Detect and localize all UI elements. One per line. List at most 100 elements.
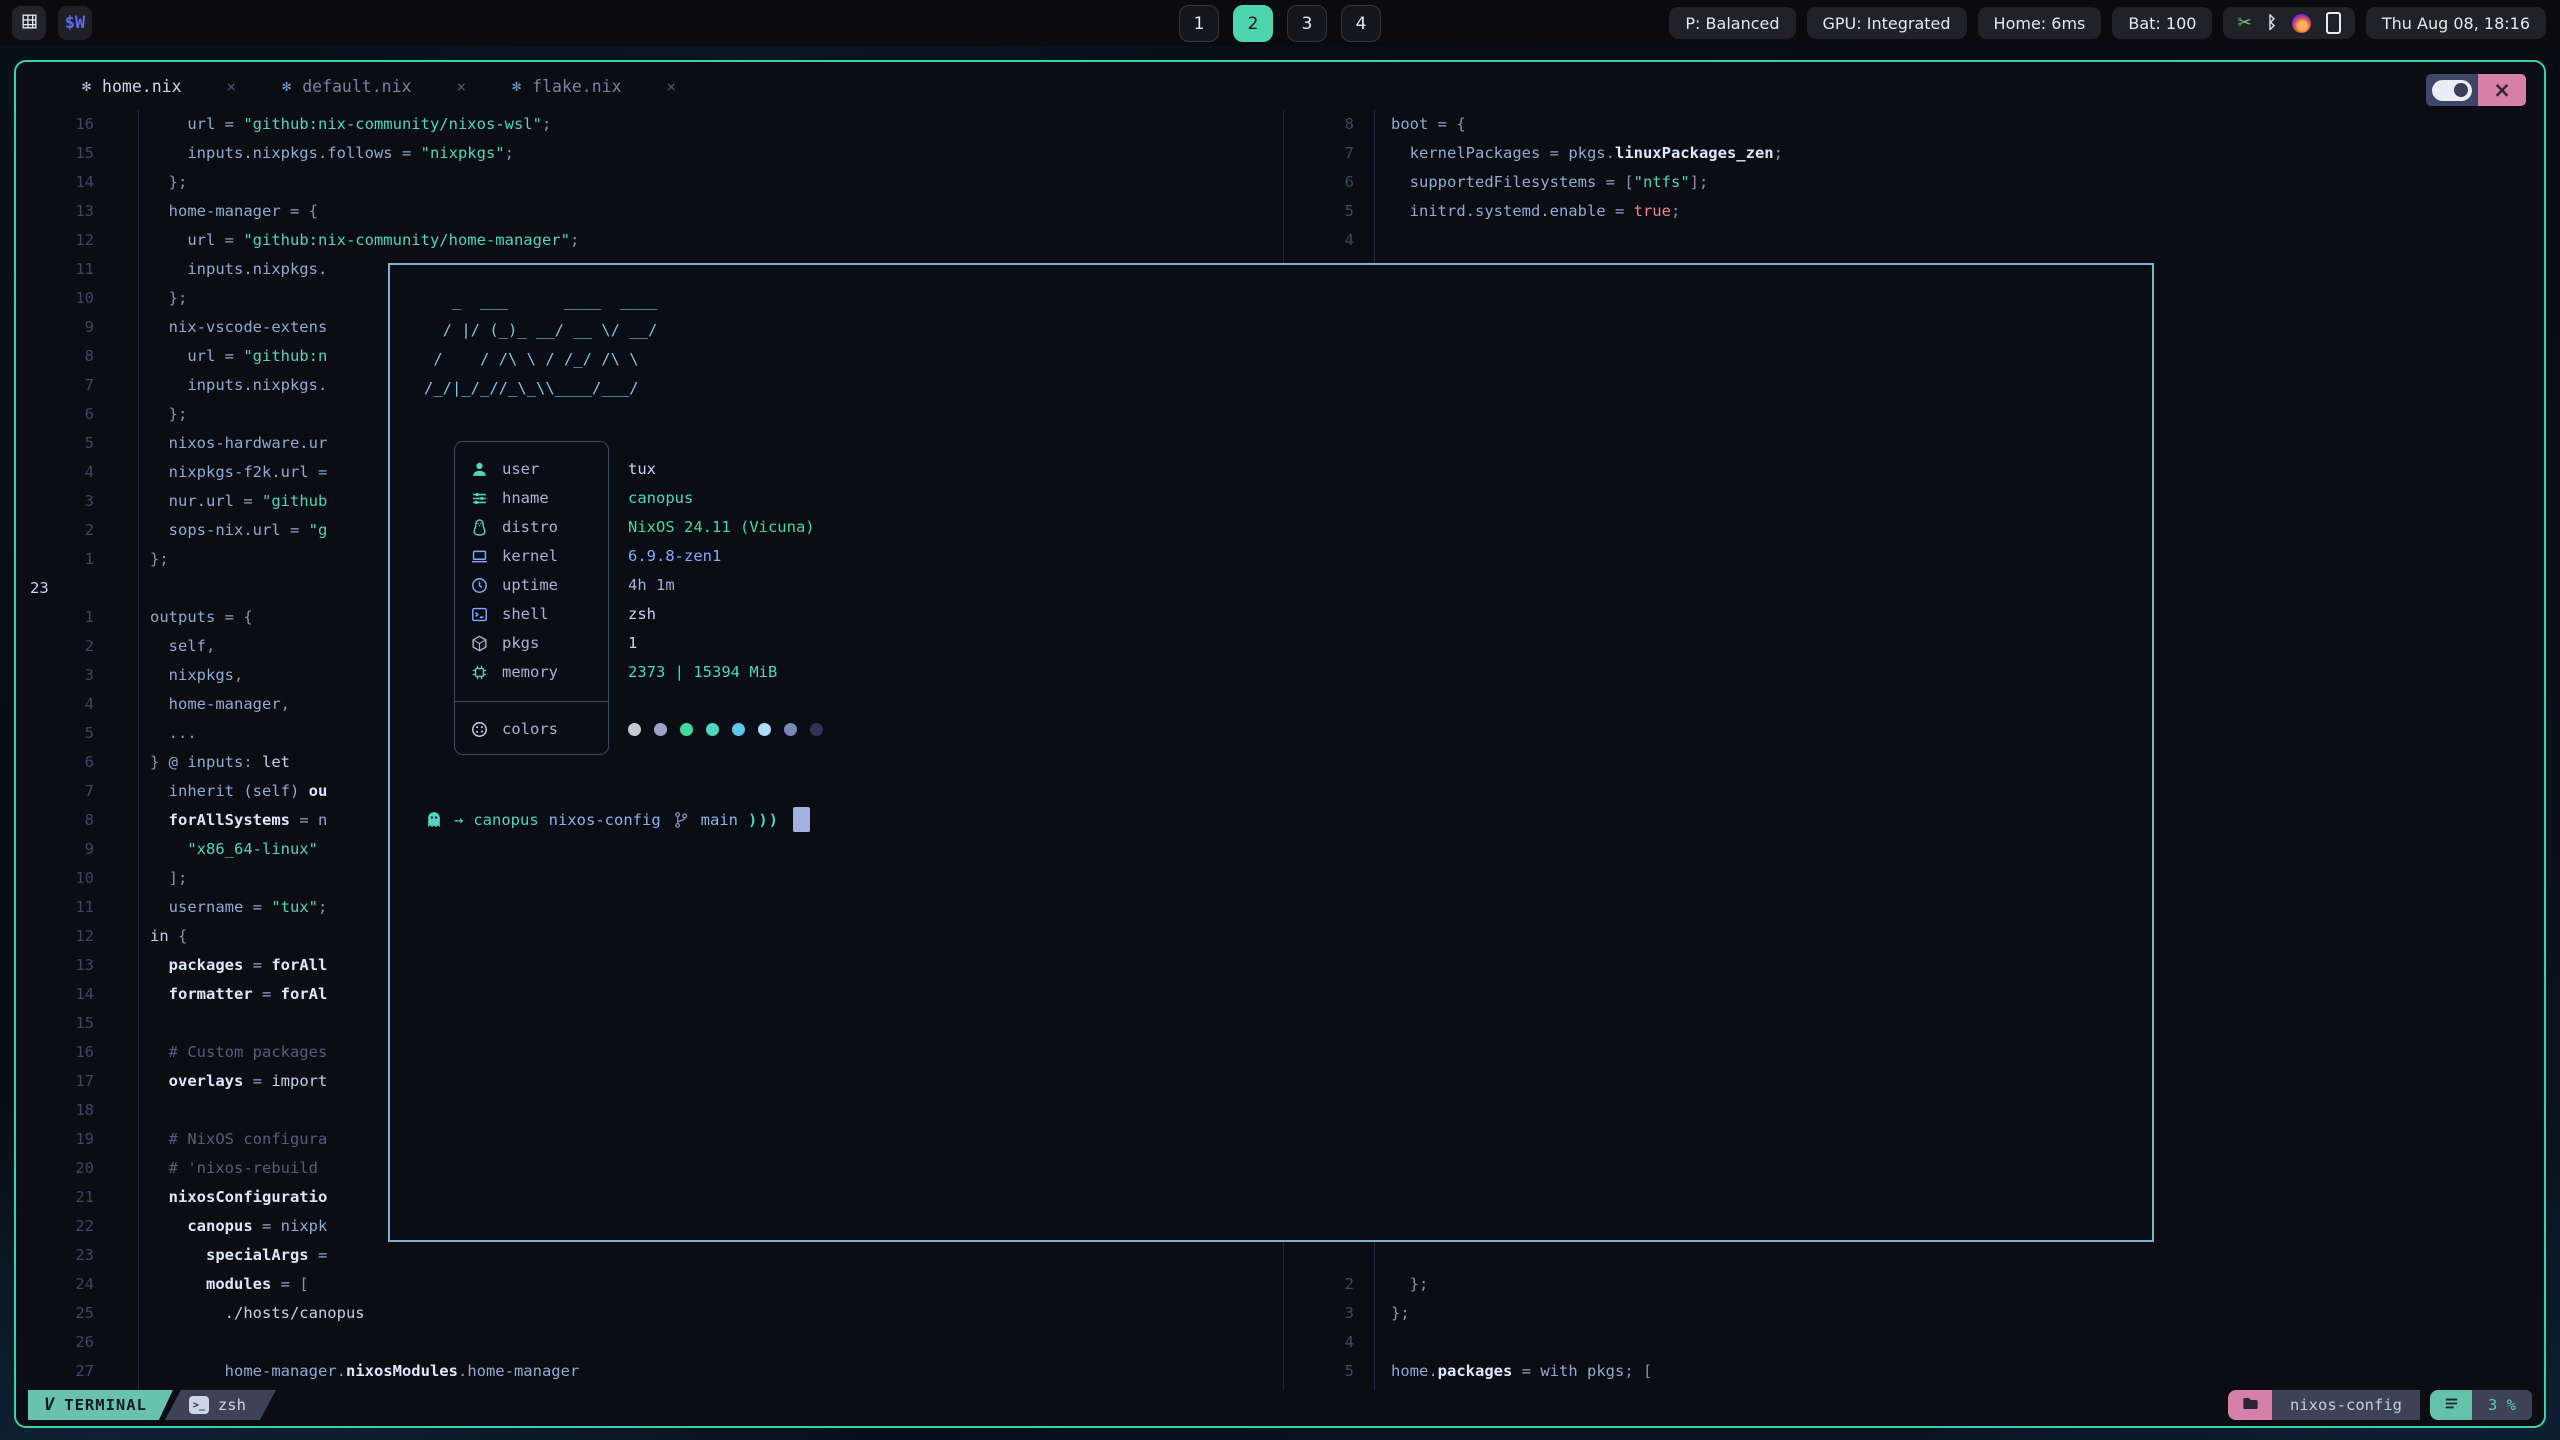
code-line: 3}; xyxy=(1284,1299,2544,1328)
close-window-button[interactable]: × xyxy=(2478,74,2526,106)
code-line: 25 ./hosts/canopus xyxy=(16,1299,1283,1328)
code-line: 4 xyxy=(1284,226,2544,255)
shell-prompt[interactable]: → canopus nixos-config main ))) xyxy=(424,805,810,834)
line-number: 22 xyxy=(16,1212,124,1241)
status-module: P: Balanced xyxy=(1669,7,1795,39)
line-number: 7 xyxy=(16,777,124,806)
line-number: 8 xyxy=(16,806,124,835)
fetch-label: kernel xyxy=(502,542,558,571)
code-line: 2 }; xyxy=(1284,1270,2544,1299)
tab-home.nix[interactable]: ✻home.nix× xyxy=(82,77,236,96)
code-line: 8boot = { xyxy=(1284,110,2544,139)
workspace-4[interactable]: 4 xyxy=(1341,5,1381,42)
ascii-art-nixos: _ ___ ____ ____ / |/ (_)_ __/ __ \/ __/ … xyxy=(424,287,657,403)
close-tab-icon[interactable]: × xyxy=(456,77,466,96)
color-dot xyxy=(628,723,641,736)
color-dot xyxy=(654,723,667,736)
line-number: 13 xyxy=(16,197,124,226)
git-branch-icon xyxy=(671,810,691,830)
penguin-icon xyxy=(470,518,490,538)
status-module: Home: 6ms xyxy=(1978,7,2102,39)
fetch-label: distro xyxy=(502,513,558,542)
project-label: nixos-config xyxy=(2290,1396,2402,1414)
line-number: 8 xyxy=(16,342,124,371)
code-line: 26 xyxy=(16,1328,1283,1357)
code-line: 24 modules = [ xyxy=(16,1270,1283,1299)
line-number: 4 xyxy=(1284,226,1370,255)
fetch-value-shell: zsh xyxy=(628,600,656,629)
window-manager-logo[interactable]: $W xyxy=(58,6,92,40)
prompt-arrow: → xyxy=(454,811,463,829)
prompt-host: canopus xyxy=(473,811,538,829)
line-number: 12 xyxy=(16,226,124,255)
prompt-chevrons: ))) xyxy=(748,811,779,829)
toggle-button[interactable] xyxy=(2426,74,2478,106)
fetch-value-uptime: 4h 1m xyxy=(628,571,675,600)
fetch-label: user xyxy=(502,455,539,484)
code-line: 4 xyxy=(1284,1328,2544,1357)
editor-window: ✻home.nix×✻default.nix×✻flake.nix× × 16 … xyxy=(14,60,2546,1428)
shell-segment: >_ zsh xyxy=(165,1390,276,1420)
floating-terminal[interactable]: _ ___ ____ ____ / |/ (_)_ __/ __ \/ __/ … xyxy=(388,263,2154,1242)
line-number: 8 xyxy=(1284,110,1370,139)
tab-flake.nix[interactable]: ✻flake.nix× xyxy=(512,77,676,96)
line-number: 5 xyxy=(16,719,124,748)
palette-icon xyxy=(470,720,490,740)
fetch-value-pkgs: 1 xyxy=(628,629,637,658)
fetch-label: colors xyxy=(502,715,558,744)
fetch-label: hname xyxy=(502,484,549,513)
line-number: 16 xyxy=(16,1038,124,1067)
line-number: 18 xyxy=(16,1096,124,1125)
line-number: 20 xyxy=(16,1154,124,1183)
tab-default.nix[interactable]: ✻default.nix× xyxy=(282,77,466,96)
close-tab-icon[interactable]: × xyxy=(667,77,677,96)
fetch-label: shell xyxy=(502,600,549,629)
folder-icon xyxy=(2241,1394,2260,1417)
line-number: 14 xyxy=(16,168,124,197)
vim-icon: V xyxy=(44,1395,55,1415)
terminal-icon xyxy=(470,605,490,625)
scissors-icon[interactable]: ✂ xyxy=(2237,13,2251,33)
fetch-row-memory: memory xyxy=(470,658,558,687)
code-line: 13 home-manager = { xyxy=(16,197,1283,226)
fetch-row-kernel: kernel xyxy=(470,542,558,571)
top-bar: $W 1234 P: Balanced GPU: Integrated Home: … xyxy=(0,0,2560,46)
line-number: 5 xyxy=(16,429,124,458)
color-dot xyxy=(706,723,719,736)
close-tab-icon[interactable]: × xyxy=(227,77,237,96)
workspace-1[interactable]: 1 xyxy=(1179,5,1219,42)
line-number: 11 xyxy=(16,255,124,284)
fetch-row-shell: shell xyxy=(470,600,549,629)
status-module: GPU: Integrated xyxy=(1807,7,1967,39)
workspace-2[interactable]: 2 xyxy=(1233,5,1273,42)
line-number: 12 xyxy=(16,922,124,951)
line-number: 14 xyxy=(16,980,124,1009)
system-tray[interactable]: ✂ ᛒ xyxy=(2223,7,2354,39)
terminal-icon: >_ xyxy=(189,1396,209,1414)
workspace-3[interactable]: 3 xyxy=(1287,5,1327,42)
flame-orb-icon[interactable] xyxy=(2292,14,2311,33)
fetch-value-hname: canopus xyxy=(628,484,693,513)
fetch-label: uptime xyxy=(502,571,558,600)
clock: Thu Aug 08, 18:16 xyxy=(2366,7,2546,39)
lines-icon xyxy=(2443,1395,2460,1416)
project-segment: nixos-config xyxy=(2272,1390,2420,1420)
lines-segment xyxy=(2430,1390,2472,1420)
mode-segment: V TERMINAL xyxy=(28,1390,173,1420)
app-launcher-button[interactable] xyxy=(12,6,46,40)
line-number: 4 xyxy=(16,690,124,719)
terminal-cursor xyxy=(793,807,810,832)
line-number: 23 xyxy=(16,1241,124,1270)
phone-icon[interactable] xyxy=(2326,12,2341,34)
package-icon xyxy=(470,634,490,654)
fetch-row-pkgs: pkgs xyxy=(470,629,539,658)
laptop-icon xyxy=(470,547,490,567)
line-number: 6 xyxy=(16,400,124,429)
fetch-label: memory xyxy=(502,658,558,687)
scroll-percent-segment: 3 % xyxy=(2472,1390,2532,1420)
line-number: 2 xyxy=(1284,1270,1370,1299)
line-number: 10 xyxy=(16,864,124,893)
terminal-color-dots xyxy=(628,715,823,744)
shell-label: zsh xyxy=(218,1396,246,1414)
bluetooth-icon[interactable]: ᛒ xyxy=(2267,13,2277,33)
